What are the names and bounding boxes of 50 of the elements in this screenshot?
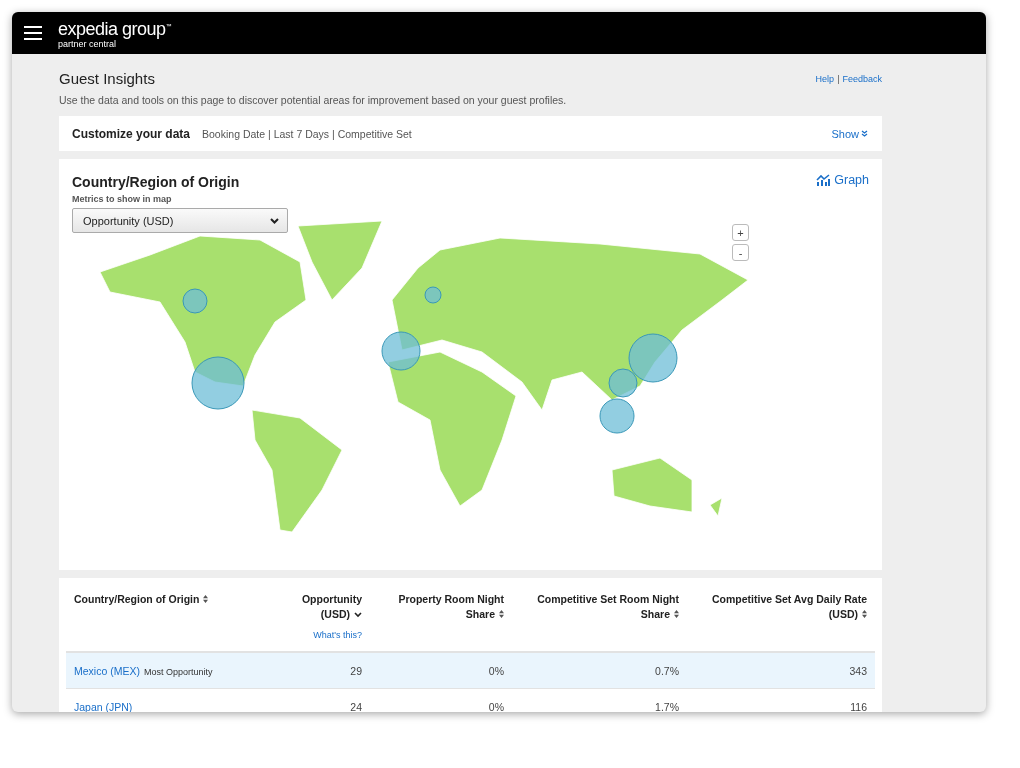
table-cell: 343 — [849, 664, 867, 677]
table-row[interactable]: Japan (JPN) 24 0% 1.7% 116 — [66, 688, 875, 712]
show-link[interactable]: Show — [831, 127, 868, 140]
chevron-down-icon[interactable] — [270, 217, 279, 224]
sort-icon[interactable] — [499, 610, 504, 618]
logo[interactable]: expedia group$^{™}$ — [58, 16, 172, 39]
sort-icon[interactable] — [674, 610, 679, 618]
country-link[interactable]: Mexico (MEX) — [74, 664, 140, 677]
logo-subtitle: partner central — [58, 38, 117, 50]
table-cell: 24 — [350, 700, 362, 712]
menu-icon[interactable] — [24, 26, 42, 40]
graph-link[interactable]: Graph — [816, 173, 869, 187]
map-title: Country/Region of Origin — [72, 174, 241, 190]
help-link[interactable]: Feedback — [842, 73, 882, 84]
metric-dropdown[interactable]: Opportunity (USD) — [72, 208, 288, 233]
column-header[interactable]: Competitive Set Room Night Share — [520, 592, 679, 622]
column-header[interactable]: Property Room Night Share — [378, 592, 504, 622]
opportunity-tag: Most Opportunity — [143, 666, 213, 677]
page-title: Guest Insights — [59, 70, 155, 87]
map-bubble[interactable] — [381, 331, 421, 371]
filter-summary: Booking Date | Last 7 Days | Competitive Set — [202, 127, 413, 140]
column-header[interactable]: Opportunity (USD) — [298, 592, 362, 622]
sort-icon[interactable] — [862, 610, 867, 618]
column-header[interactable]: Competitive Set Avg Daily Rate (USD) — [695, 592, 867, 622]
landmass — [709, 497, 723, 517]
sort-icon[interactable] — [203, 595, 209, 603]
link-separator: | — [837, 73, 840, 84]
table-cell: 116 — [850, 700, 867, 712]
column-header[interactable]: Country/Region of Origin — [74, 592, 282, 607]
table-cell: 0% — [488, 664, 504, 677]
table-cell: 1.7% — [655, 700, 679, 712]
map-bubble[interactable] — [191, 356, 245, 410]
table-cell: 0.7% — [655, 664, 679, 677]
help-link[interactable]: Help — [815, 73, 835, 84]
table-cell: 29 — [350, 664, 362, 677]
whats-this-link[interactable]: What's this? — [313, 628, 362, 643]
metric-label: Metrics to show in map — [72, 194, 173, 204]
double-chevron-icon[interactable] — [861, 130, 868, 137]
map-bubble[interactable] — [628, 333, 678, 383]
zoom-in-button[interactable]: + — [732, 224, 749, 241]
zoom-out-button[interactable]: - — [732, 244, 749, 261]
table-row[interactable]: Mexico (MEX) Most Opportunity 29 0% 0.7% 343 — [66, 652, 875, 689]
country-link[interactable]: Japan (JPN) — [74, 700, 133, 712]
map-bubble[interactable] — [608, 368, 638, 398]
page-description: Use the data and tools on this page to discover potential areas for improvement based on your guest profiles. — [59, 94, 568, 106]
customize-title: Customize your data — [72, 126, 191, 141]
map-bubble[interactable] — [599, 398, 635, 434]
table-cell: 0% — [488, 700, 504, 712]
sort-down-icon[interactable] — [354, 612, 362, 618]
chart-icon[interactable] — [816, 174, 831, 186]
